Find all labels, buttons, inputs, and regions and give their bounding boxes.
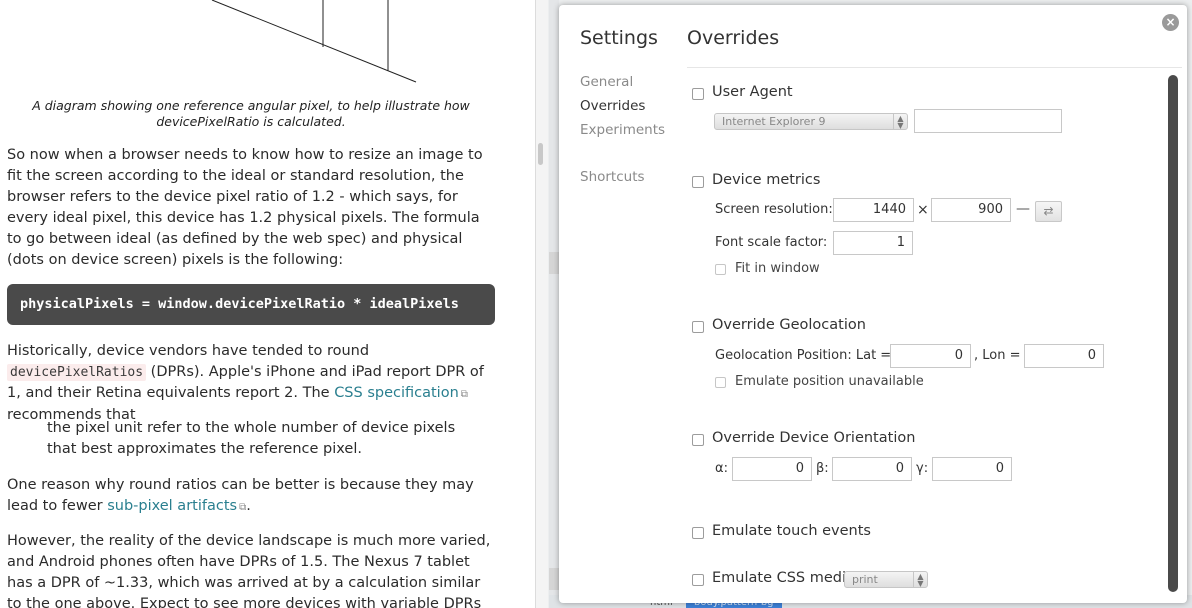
user-agent-checkbox[interactable] — [692, 88, 704, 100]
inline-code: devicePixelRatios — [7, 364, 147, 381]
pane-title: Overrides — [687, 27, 780, 49]
touch-events-checkbox[interactable] — [692, 527, 704, 539]
paragraph-ideal-pixels: So now when a browser needs to know how … — [7, 147, 483, 268]
sub-pixel-artifacts-link[interactable]: sub-pixel artifacts — [107, 498, 237, 514]
diagram-caption: A diagram showing one reference angular … — [32, 98, 470, 129]
article-pane: A diagram showing one reference angular … — [0, 0, 535, 608]
code-block: physicalPixels = window.devicePixelRatio… — [7, 284, 495, 325]
orientation-checkbox[interactable] — [692, 434, 704, 446]
user-agent-label: User Agent — [712, 84, 793, 100]
geolocation-label: Override Geolocation — [712, 317, 866, 333]
touch-events-label: Emulate touch events — [712, 523, 871, 539]
alpha-field[interactable]: 0 — [732, 457, 812, 481]
latitude-field[interactable]: 0 — [890, 344, 971, 368]
select-arrows-icon: ▲ ▼ — [893, 114, 907, 130]
css-media-select[interactable]: print ▲ ▼ — [844, 571, 928, 588]
position-unavailable-label: Emulate position unavailable — [735, 374, 924, 389]
blockquote: the pixel unit refer to the whole number… — [47, 420, 456, 457]
tab-general[interactable]: General — [580, 74, 633, 90]
external-link-icon: ⧉ — [460, 389, 468, 400]
longitude-field[interactable]: 0 — [1024, 344, 1104, 368]
select-arrows-icon: ▲ ▼ — [913, 572, 927, 588]
divider — [687, 67, 1182, 68]
user-agent-text-field[interactable] — [914, 109, 1062, 133]
gamma-field[interactable]: 0 — [932, 457, 1012, 481]
settings-title: Settings — [580, 27, 658, 49]
tab-overrides[interactable]: Overrides — [580, 98, 645, 114]
orientation-label: Override Device Orientation — [712, 430, 916, 446]
position-unavailable-checkbox[interactable] — [715, 377, 726, 388]
beta-label: β: — [816, 461, 829, 476]
devtools-side-strip — [549, 0, 559, 608]
geolocation-position-label: Geolocation Position: Lat = — [715, 348, 892, 363]
screen-resolution-label: Screen resolution: — [715, 202, 833, 217]
page-scrollbar-thumb[interactable] — [538, 143, 543, 165]
swap-dimensions-button[interactable]: ⇄ — [1035, 201, 1062, 222]
page-scrollbar[interactable] — [535, 0, 548, 608]
times-symbol: × — [917, 202, 929, 218]
tab-experiments[interactable]: Experiments — [580, 122, 665, 138]
strip-marker — [549, 252, 559, 274]
longitude-label: , Lon = — [974, 348, 1021, 363]
paragraph-device-landscape: However, the reality of the device lands… — [7, 533, 491, 608]
css-spec-link[interactable]: CSS specification — [334, 385, 459, 401]
geolocation-checkbox[interactable] — [692, 321, 704, 333]
css-media-checkbox[interactable] — [692, 574, 704, 586]
dash-symbol: — — [1016, 201, 1030, 217]
strip-marker — [549, 568, 559, 590]
device-metrics-label: Device metrics — [712, 172, 821, 188]
beta-field[interactable]: 0 — [832, 457, 912, 481]
screen-height-field[interactable]: 900 — [931, 198, 1011, 222]
paragraph-historically: Historically, device vendors have tended… — [7, 343, 484, 423]
fit-in-window-checkbox[interactable] — [715, 264, 726, 275]
alpha-label: α: — [715, 461, 728, 476]
tab-shortcuts[interactable]: Shortcuts — [580, 169, 645, 185]
font-scale-field[interactable]: 1 — [833, 231, 913, 255]
font-scale-label: Font scale factor: — [715, 235, 828, 250]
angular-pixel-diagram — [211, 0, 417, 83]
settings-dialog: × Settings General Overrides Experiments… — [559, 5, 1187, 603]
paragraph-round-ratios: One reason why round ratios can be bette… — [7, 477, 474, 514]
gamma-label: γ: — [916, 461, 929, 476]
fit-in-window-label: Fit in window — [735, 261, 820, 276]
close-icon[interactable]: × — [1162, 14, 1179, 31]
user-agent-select[interactable]: Internet Explorer 9 ▲ ▼ — [714, 113, 908, 130]
settings-scrollbar-thumb[interactable] — [1168, 75, 1178, 592]
screen-width-field[interactable]: 1440 — [833, 198, 914, 222]
css-media-label: Emulate CSS media — [712, 570, 855, 586]
device-metrics-checkbox[interactable] — [692, 176, 704, 188]
